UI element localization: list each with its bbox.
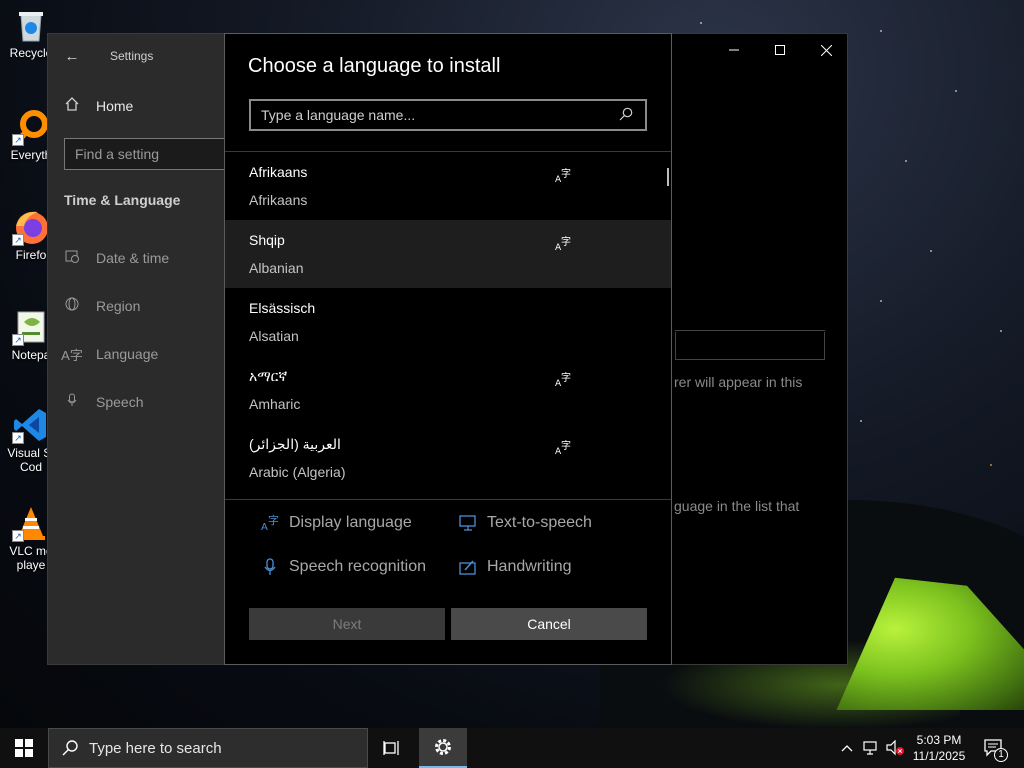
settings-nav-pane: ← Settings Home Find a setting Time & La… (48, 34, 234, 664)
clock-date: 11/1/2025 (912, 749, 966, 763)
task-view-button[interactable] (368, 728, 416, 768)
calendar-clock-icon (48, 248, 96, 268)
shortcut-arrow-icon: ↗ (12, 234, 24, 246)
volume-muted-icon (886, 740, 904, 756)
notifications-button[interactable]: 1 (980, 728, 1008, 768)
background-dropdown (675, 332, 825, 360)
cancel-button[interactable]: Cancel (451, 608, 647, 640)
back-arrow-icon: ← (64, 47, 80, 65)
language-search-input[interactable] (261, 107, 619, 123)
taskbar-search-box[interactable]: Type here to search (48, 728, 368, 768)
shortcut-arrow-icon: ↗ (12, 134, 24, 146)
feature-display-language: A字 Display language (261, 513, 412, 533)
everything-search-icon: ↗ (12, 108, 50, 146)
feature-speech-recognition: Speech recognition (261, 558, 426, 576)
vscode-icon: ↗ (12, 406, 50, 444)
minimize-button[interactable] (711, 34, 757, 66)
language-item-afrikaans[interactable]: Afrikaans Afrikaans A字 (225, 152, 671, 220)
display-language-feature-icon: A字 (555, 235, 571, 253)
language-item-alsatian[interactable]: Elsässisch Alsatian (225, 288, 671, 356)
find-setting-input[interactable]: Find a setting (64, 138, 234, 170)
list-scrollbar[interactable] (667, 168, 669, 186)
feature-handwriting: Handwriting (459, 558, 571, 576)
background-text-a: rer will appear in this (674, 374, 803, 390)
taskbar: Type here to search 5:03 PM 11/1/2025 1 (0, 728, 1024, 768)
home-icon (48, 96, 96, 116)
nav-home[interactable]: Home (48, 90, 225, 122)
svg-text:字: 字 (561, 440, 571, 452)
vlc-icon: ↗ (12, 504, 50, 542)
nav-language[interactable]: A字 Language (48, 338, 225, 370)
svg-text:字: 字 (268, 514, 279, 527)
language-item-amharic[interactable]: አማርኛ Amharic A字 (225, 356, 671, 424)
svg-text:A: A (261, 522, 268, 532)
show-hidden-icons-button[interactable] (836, 728, 858, 768)
section-title: Time & Language (64, 192, 181, 208)
nav-date-time[interactable]: Date & time (48, 242, 225, 274)
background-text-b: guage in the list that (674, 498, 800, 514)
volume-button[interactable] (884, 728, 906, 768)
microphone-icon (48, 392, 96, 412)
text-to-speech-icon (459, 514, 477, 532)
dialog-title: Choose a language to install (248, 55, 501, 77)
network-icon (863, 741, 877, 755)
recycle-bin-icon (12, 6, 50, 44)
settings-title: Settings (110, 49, 154, 63)
notepad-icon: ↗ (12, 308, 50, 346)
search-icon (61, 739, 79, 757)
language-item-arabic-algeria[interactable]: العربية (الجزائر) Arabic (Algeria) A字 (225, 424, 671, 492)
divider (675, 330, 825, 331)
clock-time: 5:03 PM (916, 733, 962, 747)
windows-logo-icon (15, 739, 33, 757)
handwriting-icon (459, 558, 477, 576)
feature-text-to-speech: Text-to-speech (459, 514, 592, 532)
close-button[interactable] (803, 34, 849, 66)
choose-language-dialog: Choose a language to install Afrikaans A… (224, 33, 672, 665)
display-language-feature-icon: A字 (555, 167, 571, 185)
microphone-icon (261, 558, 279, 576)
list-divider-bottom (225, 499, 671, 500)
network-button[interactable] (860, 728, 882, 768)
display-language-icon: A字 (261, 513, 279, 533)
language-icon: A字 (61, 347, 83, 363)
display-language-feature-icon: A字 (555, 371, 571, 389)
maximize-button[interactable] (757, 34, 803, 66)
shortcut-arrow-icon: ↗ (12, 334, 24, 346)
gear-icon (435, 739, 451, 755)
language-list: Afrikaans Afrikaans A字 Shqip Albanian A字… (225, 152, 671, 499)
language-item-albanian[interactable]: Shqip Albanian A字 (225, 220, 671, 288)
search-icon[interactable] (619, 107, 635, 123)
back-button[interactable]: ← Settings (48, 40, 225, 72)
next-button[interactable]: Next (249, 608, 445, 640)
firefox-icon: ↗ (12, 208, 50, 246)
clock[interactable]: 5:03 PM 11/1/2025 (906, 732, 972, 764)
start-button[interactable] (0, 728, 48, 768)
nav-region[interactable]: Region (48, 290, 225, 322)
display-language-feature-icon: A字 (555, 439, 571, 457)
language-search-box[interactable] (249, 99, 647, 131)
shortcut-arrow-icon: ↗ (12, 530, 24, 542)
nav-speech[interactable]: Speech (48, 386, 225, 418)
taskbar-settings-app[interactable] (419, 728, 467, 768)
globe-icon (48, 296, 96, 316)
svg-text:字: 字 (561, 372, 571, 384)
svg-text:字: 字 (561, 168, 571, 180)
taskbar-search-placeholder: Type here to search (89, 739, 222, 757)
shortcut-arrow-icon: ↗ (12, 432, 24, 444)
svg-text:字: 字 (561, 236, 571, 248)
notification-badge: 1 (994, 748, 1008, 762)
task-view-icon (383, 741, 399, 755)
chevron-up-icon (841, 745, 853, 752)
